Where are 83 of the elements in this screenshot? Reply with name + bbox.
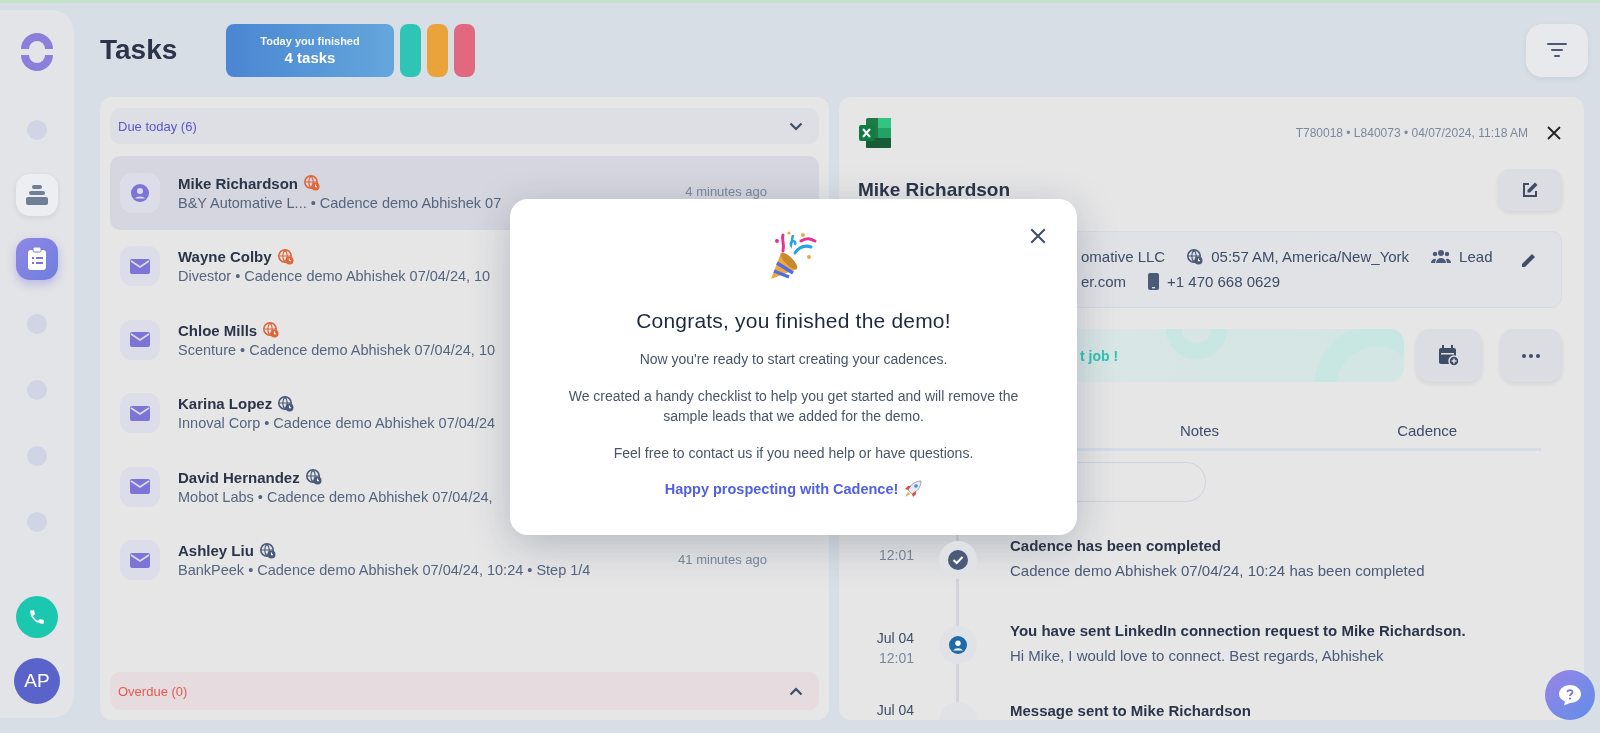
stack-icon: [25, 184, 49, 206]
contact-name: David Hernandez: [178, 468, 300, 486]
calendar-icon: [1438, 344, 1460, 367]
activity-text: Hi Mike, I would love to connect. Best regards, Abhishek: [1010, 647, 1385, 664]
info-text: omative LLC: [1081, 248, 1166, 265]
link[interactable]: Happy prospecting with Cadence!: [664, 481, 899, 497]
globe-clock-icon: [278, 395, 295, 412]
globe-clock-icon: [263, 322, 280, 339]
tab[interactable]: Cadence: [1313, 412, 1541, 448]
pencil-icon[interactable]: [1521, 252, 1537, 268]
activity-title: Cadence has been completed: [1010, 537, 1222, 554]
info-text: er.com: [1081, 273, 1126, 290]
modal-text: Now you're ready to start creating your cadences.: [638, 350, 949, 369]
task-details: Mobot Labs • Cadence demo Abhishek 07/04/24,: [178, 488, 493, 505]
summary-card: Today you finished 4 tasks: [226, 23, 394, 77]
activity-text: Cadence demo Abhishek 07/04/24, 10:24 has been completed: [1010, 562, 1425, 579]
mail-icon: [130, 405, 150, 421]
filter-button[interactable]: [1526, 23, 1588, 77]
globe-clock-icon: [305, 469, 322, 486]
mail-icon: [130, 258, 150, 274]
mail-icon: [130, 332, 150, 348]
modal-title: Congrats, you finished the demo!: [636, 309, 951, 333]
person-circle-icon: [949, 636, 967, 654]
task-row[interactable]: Wayne Colby Divestor • Cadence demo Abhishek 07/04/24, 10: [110, 229, 819, 303]
more-icon: [1522, 353, 1540, 358]
globe-clock-icon: [1187, 248, 1204, 265]
modal-text: We created a handy checklist to help you get started and will remove the sample leads that we added for the demo.: [567, 387, 1020, 426]
activity-time: 12:01: [878, 650, 914, 666]
edit-button[interactable]: [1498, 169, 1562, 211]
edit-icon: [1521, 181, 1539, 199]
user-avatar[interactable]: AP: [14, 658, 60, 704]
task-details: B&Y Automative L... • Cadence demo Abhishek 07: [178, 194, 502, 211]
banner-text: t job !: [1080, 347, 1119, 364]
activity-title: Message sent to Mike Richardson: [1010, 702, 1251, 719]
globe-clock-icon: [304, 175, 321, 192]
lead-name: Mike Richardson: [858, 179, 1011, 201]
people-icon: [1431, 249, 1452, 264]
tasks-nav-button[interactable]: [16, 238, 58, 280]
task-row[interactable]: Ashley Liu BankPeek • Cadence demo Abhishek 07/04/24, 10:24 • Step 1/4 41 minutes ago: [110, 523, 819, 597]
person-icon: [130, 182, 150, 203]
activity-date: Jul 04: [876, 702, 914, 718]
call-button[interactable]: [16, 596, 58, 638]
group-title: Overdue (0): [118, 683, 188, 699]
activity-title: You have sent LinkedIn connection request to Mike Richardson.: [1010, 622, 1466, 639]
rocket-icon: [904, 480, 923, 498]
info-text: +1 470 668 0629: [1167, 273, 1281, 290]
contact-name: Chloe Mills: [178, 321, 258, 339]
task-details: Scenture • Cadence demo Abhishek 07/04/24, 10: [178, 341, 496, 358]
contact-name: Ashley Liu: [178, 542, 254, 560]
schedule-button[interactable]: [1416, 329, 1482, 382]
spreadsheet-icon: [858, 117, 892, 149]
record-meta: T780018 • L840073 • 04/07/2024, 11:18 AM: [1295, 126, 1528, 140]
chevron-up-icon[interactable]: [789, 686, 803, 696]
nav-button[interactable]: [16, 174, 58, 216]
group-title: Due today (6): [118, 118, 197, 134]
filter-icon: [1547, 43, 1567, 57]
task-time: 4 minutes ago: [685, 184, 767, 199]
group-header[interactable]: Due today (6): [110, 108, 819, 144]
mobile-phone-icon: [1148, 273, 1159, 290]
help-chat-icon: [1558, 684, 1582, 706]
modal-text: Feel free to contact us if you need help or have questions.: [612, 444, 975, 463]
info-text: 05:57 AM, America/New_York: [1211, 248, 1410, 265]
info-text: Lead: [1459, 248, 1493, 265]
globe-clock-icon: [259, 542, 276, 559]
task-details: Innoval Corp • Cadence demo Abhishek 07/04/24: [178, 415, 496, 432]
clipboard-icon: [27, 247, 47, 271]
check-circle-icon: [948, 550, 968, 570]
task-details: Divestor • Cadence demo Abhishek 07/04/24, 10: [178, 268, 491, 285]
task-details: BankPeek • Cadence demo Abhishek 07/04/24, 10:24 • Step 1/4: [178, 562, 591, 579]
contact-name: Karina Lopez: [178, 395, 273, 413]
globe-clock-icon: [277, 248, 294, 265]
task-time: 41 minutes ago: [678, 551, 767, 567]
activity-time: 12:01: [878, 547, 914, 563]
close-icon[interactable]: [1546, 125, 1562, 141]
phone-icon: [28, 608, 46, 626]
activity-date: Jul 04: [876, 630, 914, 646]
chevron-down-icon[interactable]: [789, 121, 803, 131]
page-title: Tasks: [100, 34, 179, 66]
mail-icon: [130, 552, 150, 568]
contact-name: Mike Richardson: [178, 174, 299, 192]
contact-name: Wayne Colby: [178, 248, 272, 266]
mail-icon: [130, 479, 150, 495]
tab[interactable]: Notes: [1085, 412, 1314, 448]
